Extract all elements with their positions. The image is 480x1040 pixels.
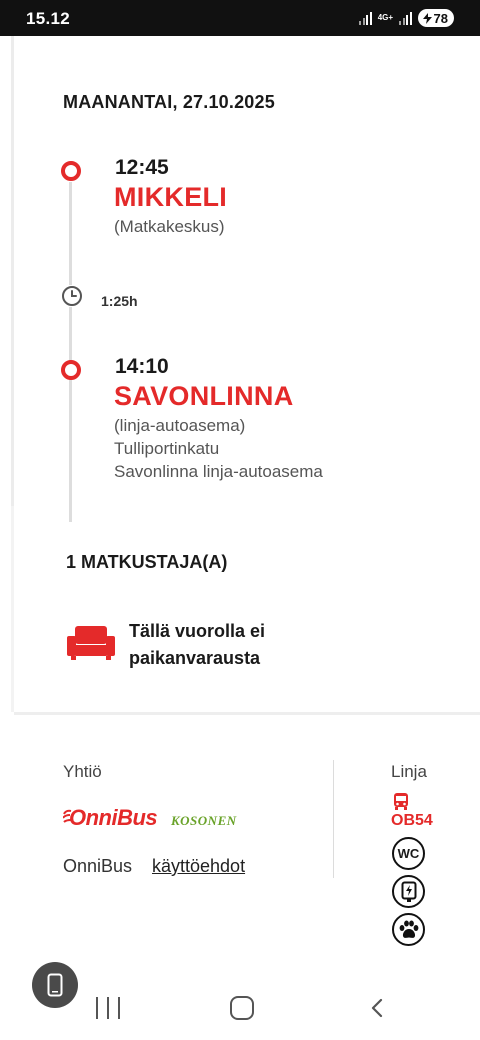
wifi-signal-icon bbox=[359, 11, 372, 25]
status-bar: 15.12 4G+ 78 bbox=[0, 0, 480, 36]
seat-icon bbox=[67, 626, 115, 660]
recent-apps-button[interactable] bbox=[96, 997, 120, 1019]
wc-label: WC bbox=[397, 846, 420, 861]
wc-icon: WC bbox=[392, 837, 425, 870]
arrival-stop-name: Savonlinna linja-autoasema bbox=[114, 462, 323, 481]
arrival-time: 14:10 bbox=[115, 355, 169, 378]
onnibus-kosonen-logo: OnniBus KOSONEN bbox=[63, 805, 237, 830]
section-divider bbox=[14, 712, 480, 715]
departure-stop-marker bbox=[61, 161, 81, 181]
charging-plug-glyph bbox=[401, 881, 416, 902]
status-icons: 4G+ 78 bbox=[359, 9, 454, 27]
arrival-station: (linja-autoasema) bbox=[114, 416, 246, 435]
column-divider bbox=[333, 760, 334, 878]
timeline-line bbox=[69, 182, 72, 522]
phone-icon bbox=[47, 973, 63, 997]
company-label: Yhtiö bbox=[63, 762, 102, 781]
clock-icon bbox=[61, 285, 83, 307]
battery-level: 78 bbox=[433, 10, 448, 26]
operator-brand: OnniBus bbox=[63, 856, 133, 876]
line-code: OB54 bbox=[391, 812, 433, 829]
departure-city: MIKKELI bbox=[114, 182, 228, 212]
floating-device-button[interactable] bbox=[32, 962, 78, 1008]
card-left-edge-lower bbox=[11, 506, 14, 712]
arrival-street: Tulliportinkatu bbox=[114, 439, 220, 458]
svg-text:OnniBus: OnniBus bbox=[69, 805, 157, 830]
trip-duration: 1:25h bbox=[101, 293, 138, 309]
departure-time: 12:45 bbox=[115, 156, 169, 179]
departure-station: (Matkakeskus) bbox=[114, 217, 225, 236]
home-button[interactable] bbox=[230, 996, 254, 1020]
trip-date: MAANANTAI, 27.10.2025 bbox=[63, 92, 275, 112]
charging-icon bbox=[422, 12, 432, 24]
back-button[interactable] bbox=[368, 998, 388, 1018]
line-label: Linja bbox=[391, 762, 427, 781]
terms-link[interactable]: käyttöehdot bbox=[152, 856, 245, 877]
cell-signal-icon bbox=[399, 11, 412, 25]
paw-glyph bbox=[399, 920, 418, 938]
pets-allowed-icon bbox=[392, 913, 425, 946]
seat-reservation-info: Tällä vuorolla ei paikanvarausta bbox=[129, 621, 266, 668]
bus-icon bbox=[394, 793, 408, 810]
arrival-stop-marker bbox=[61, 360, 81, 380]
network-type-label: 4G+ bbox=[377, 13, 394, 22]
card-left-edge bbox=[11, 36, 14, 506]
passenger-count: 1 MATKUSTAJA(A) bbox=[66, 552, 228, 572]
usb-charging-icon bbox=[392, 875, 425, 908]
svg-text:KOSONEN: KOSONEN bbox=[170, 813, 237, 828]
status-time: 15.12 bbox=[26, 9, 71, 28]
arrival-city: SAVONLINNA bbox=[114, 381, 294, 411]
battery-indicator: 78 bbox=[417, 9, 454, 27]
